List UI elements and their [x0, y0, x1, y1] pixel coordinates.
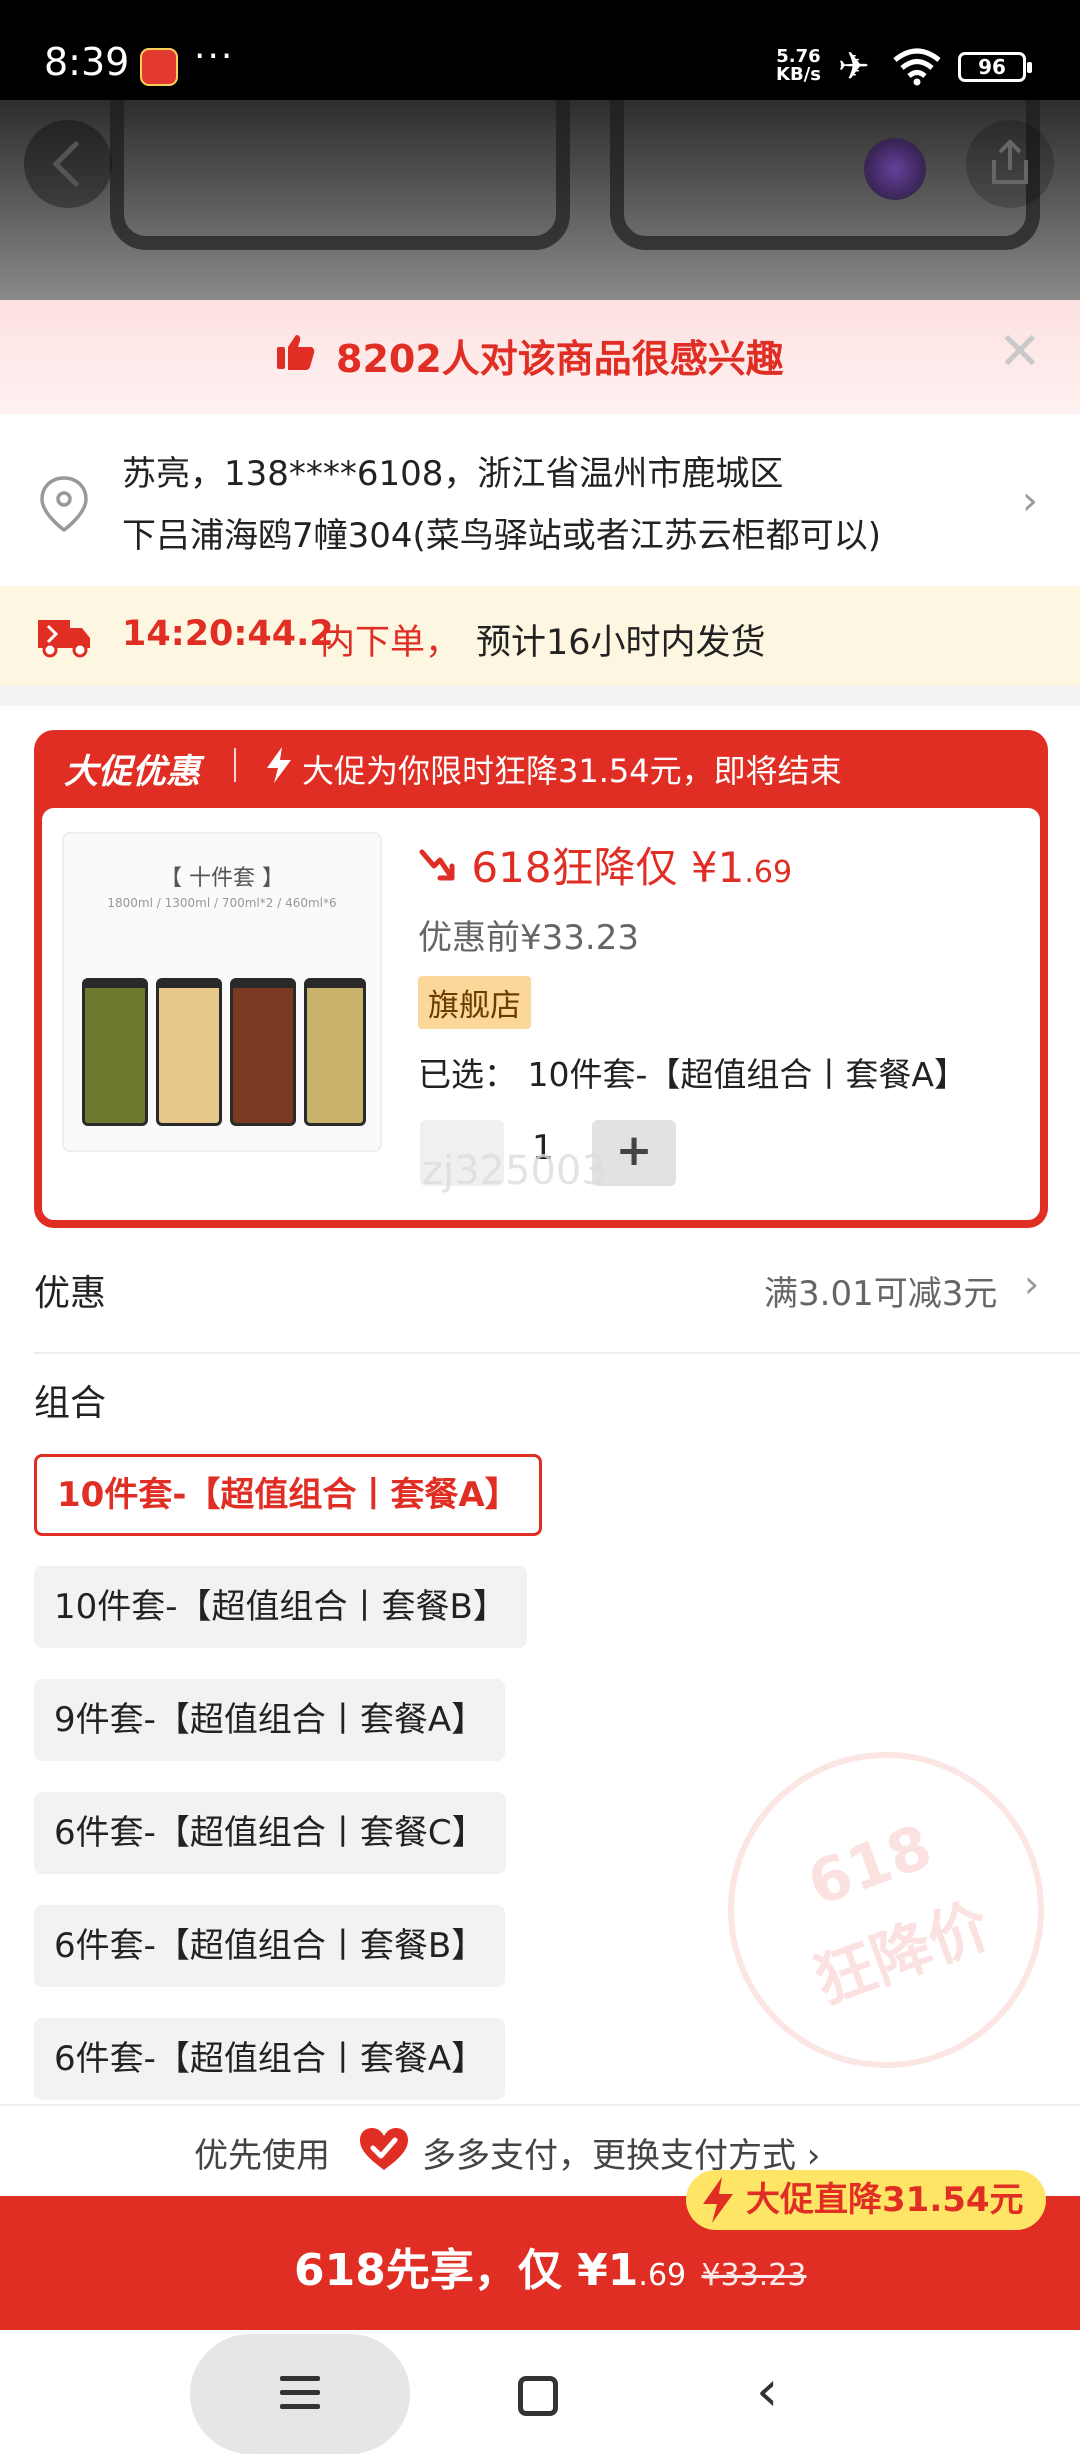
combo-option[interactable]: 6件套-【超值组合丨套餐A】 — [34, 2018, 506, 2100]
location-pin-icon — [40, 476, 88, 533]
promo-tag: 大促优惠 — [64, 752, 200, 792]
product-image-container-left — [110, 100, 570, 250]
share-icon — [992, 139, 1028, 184]
address-line-1: 苏亮，138****6108，浙江省温州市鹿城区 — [122, 454, 784, 494]
flagship-store-badge: 旗舰店 — [418, 976, 531, 1029]
jar-image — [156, 978, 222, 1126]
back-nav-button[interactable]: ‹ — [756, 2364, 778, 2420]
thumbnail-title: 【 十件套 】 — [160, 866, 284, 891]
original-price: 优惠前¥33.23 — [418, 918, 639, 958]
section-gap — [0, 686, 1080, 706]
status-bar: 8:39 ··· 5.76 KB/s ✈ 96 — [0, 0, 1080, 100]
thumbnail-sizes: 1800ml / 1300ml / 700ml*2 / 460ml*6 — [107, 896, 337, 910]
discount-row[interactable]: 优惠 满3.01可减3元 › — [0, 1240, 1080, 1350]
combo-option[interactable]: 9件套-【超值组合丨套餐A】 — [34, 1679, 506, 1761]
network-speed-unit: KB/s — [776, 64, 821, 85]
jar-image — [304, 978, 366, 1126]
combo-option[interactable]: 10件套-【超值组合丨套餐B】 — [34, 1566, 527, 1648]
selected-option-text: 已选： 10件套-【超值组合丨套餐A】 — [418, 1055, 967, 1094]
discount-value: 满3.01可减3元 — [764, 1274, 998, 1314]
combo-label: 组合 — [34, 1383, 107, 1424]
status-time: 8:39 — [44, 40, 130, 84]
jar-image — [82, 978, 148, 1126]
price-drop-arrow-icon — [419, 849, 455, 881]
promo-product-panel: 【 十件套 】 1800ml / 1300ml / 700ml*2 / 460m… — [42, 808, 1040, 1220]
buy-button-cents: .69 — [638, 2258, 687, 2293]
promo-price-label: 618狂降仅 ¥1 — [471, 843, 745, 892]
promo-headline: 大促为你限时狂降31.54元，即将结束 — [302, 752, 842, 790]
shipping-address[interactable]: 苏亮，138****6108，浙江省温州市鹿城区 下吕浦海鸥7幢304(菜鸟驿站… — [0, 414, 1080, 586]
menu-button[interactable] — [190, 2334, 410, 2454]
system-nav-bar: ‹ — [0, 2330, 1080, 2460]
camera-icon — [864, 138, 926, 200]
buy-button-price: 618先享，仅 ¥1 — [294, 2245, 639, 2296]
battery-icon: 96 — [958, 52, 1032, 82]
share-button[interactable] — [966, 120, 1054, 208]
sale-stamp-watermark: 618 狂降价 — [683, 1707, 1080, 2113]
ship-estimate-text: 预计16小时内发货 — [476, 623, 766, 663]
interest-text: 8202人对该商品很感兴趣 — [336, 337, 784, 381]
promo-price: 618狂降仅 ¥1.69 — [418, 834, 792, 895]
thumbs-up-icon — [277, 335, 315, 370]
payment-prefix: 优先使用 — [194, 2136, 330, 2176]
home-button[interactable] — [518, 2376, 558, 2416]
price-drop-badge: 大促直降31.54元 — [686, 2170, 1046, 2230]
chevron-right-icon: › — [1022, 478, 1038, 524]
jar-image — [230, 978, 296, 1126]
buy-button-original-price: ¥33.23 — [701, 2258, 807, 2293]
back-arrow-icon — [52, 141, 79, 187]
divider — [34, 1352, 1080, 1354]
wifi-icon — [893, 48, 941, 86]
duoduo-pay-icon — [360, 2128, 408, 2170]
promo-card: 大促优惠 大促为你限时狂降31.54元，即将结束 【 十件套 】 1800ml … — [34, 730, 1048, 1228]
countdown-timer: 14:20:44.2 — [122, 614, 334, 654]
promo-separator — [234, 748, 236, 782]
price-drop-badge-text: 大促直降31.54元 — [746, 2180, 1024, 2220]
menu-icon — [280, 2376, 320, 2418]
close-banner-button[interactable]: ✕ — [998, 326, 1042, 378]
watermark-text: zj325003 — [422, 1148, 607, 1194]
network-speed: 5.76 KB/s — [776, 48, 821, 84]
combo-option[interactable]: 6件套-【超值组合丨套餐B】 — [34, 1905, 506, 1987]
buy-button-label: 618先享，仅 ¥1.69 ¥33.23 — [294, 2234, 806, 2298]
promo-price-cents: .69 — [744, 855, 793, 890]
product-thumbnail[interactable]: 【 十件套 】 1800ml / 1300ml / 700ml*2 / 460m… — [62, 832, 382, 1152]
discount-label: 优惠 — [34, 1273, 107, 1314]
address-line-2: 下吕浦海鸥7幢304(菜鸟驿站或者江苏云柜都可以) — [122, 516, 882, 556]
lightning-icon — [703, 2177, 733, 2223]
product-image-header — [0, 100, 1080, 300]
combo-option-selected[interactable]: 10件套-【超值组合丨套餐A】 — [34, 1454, 542, 1536]
delivery-truck-icon — [38, 620, 90, 658]
combo-option[interactable]: 6件套-【超值组合丨套餐C】 — [34, 1792, 506, 1874]
airplane-mode-icon: ✈ — [838, 44, 870, 88]
lightning-icon — [267, 747, 291, 783]
interest-banner: 8202人对该商品很感兴趣 ✕ — [0, 300, 1080, 414]
chevron-right-icon: › — [1024, 1262, 1040, 1306]
more-notifications-icon: ··· — [194, 36, 235, 77]
order-within-text: 内下单， — [320, 623, 461, 663]
back-button[interactable] — [24, 120, 112, 208]
app-notification-icon — [140, 48, 178, 86]
shipping-notice: 14:20:44.2 内下单， 预计16小时内发货 — [0, 586, 1080, 686]
